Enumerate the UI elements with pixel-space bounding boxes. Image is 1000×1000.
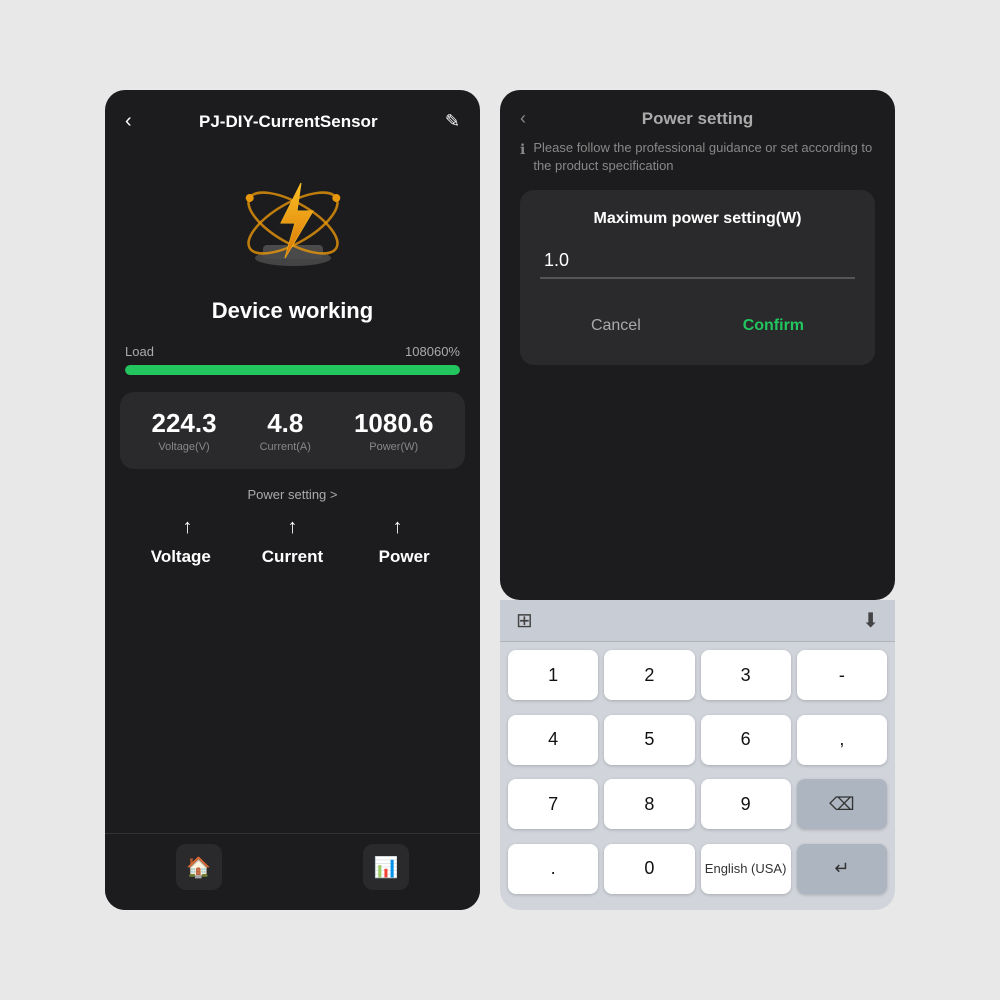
keyboard-toolbar-left-icon[interactable]: ⊞ [516, 608, 533, 633]
dialog-box: Maximum power setting(W) Cancel Confirm [520, 190, 875, 365]
key-2[interactable]: 2 [604, 650, 694, 700]
key-↵[interactable]: ↵ [797, 844, 887, 894]
key-9[interactable]: 9 [701, 779, 791, 829]
voltage-value: 224.3 [152, 408, 217, 439]
right-panel-title: Power setting [642, 109, 753, 129]
left-back-button[interactable]: ‹ [125, 110, 132, 133]
left-panel-title: PJ-DIY-CurrentSensor [199, 112, 378, 132]
current-value: 4.8 [267, 408, 303, 439]
home-icon: 🏠 [186, 855, 211, 880]
key-8[interactable]: 8 [604, 779, 694, 829]
metrics-card: 224.3 Voltage(V) 4.8 Current(A) 1080.6 P… [120, 392, 465, 469]
device-visual: Device working [105, 143, 480, 334]
load-label: Load [125, 344, 154, 359]
power-unit: Power(W) [369, 441, 418, 453]
nav-home-button[interactable]: 🏠 [176, 844, 222, 890]
key-English-(USA)[interactable]: English (USA) [701, 844, 791, 894]
key--[interactable]: - [797, 650, 887, 700]
key-⌫[interactable]: ⌫ [797, 779, 887, 829]
key-3[interactable]: 3 [701, 650, 791, 700]
nav-chart-button[interactable]: 📊 [363, 844, 409, 890]
labels-row: Voltage Current Power [105, 547, 480, 567]
right-panel: ‹ Power setting ℹ Please follow the prof… [500, 90, 895, 910]
key-1[interactable]: 1 [508, 650, 598, 700]
keyboard-grid: 123- 456, 789⌫.0English (USA)↵ [500, 642, 895, 910]
load-percent: 108060% [405, 344, 460, 359]
power-setting-panel: ‹ Power setting ℹ Please follow the prof… [500, 90, 895, 600]
key-,[interactable]: , [797, 715, 887, 765]
dialog-title: Maximum power setting(W) [540, 210, 855, 228]
voltage-arrow-icon: ↑ [183, 516, 193, 539]
current-metric: 4.8 Current(A) [260, 408, 311, 453]
voltage-unit: Voltage(V) [158, 441, 209, 453]
info-icon: ℹ [520, 140, 525, 160]
load-section: Load 108060% [105, 334, 480, 380]
arrows-row: ↑ ↑ ↑ [105, 516, 480, 539]
power-input[interactable] [540, 244, 855, 279]
dialog-actions: Cancel Confirm [540, 299, 855, 345]
chart-icon: 📊 [374, 855, 399, 880]
power-label: Power [364, 547, 444, 567]
right-header: ‹ Power setting [500, 90, 895, 139]
key-.[interactable]: . [508, 844, 598, 894]
confirm-button[interactable]: Confirm [713, 307, 834, 345]
load-bar [125, 365, 460, 375]
current-arrow-icon: ↑ [288, 516, 298, 539]
keyboard-area: ⊞ ⬇ 123- 456, 789⌫.0English (USA)↵ [500, 600, 895, 910]
device-status: Device working [212, 298, 373, 324]
left-panel: ‹ PJ-DIY-CurrentSensor ✎ [105, 90, 480, 910]
power-value: 1080.6 [354, 408, 434, 439]
key-4[interactable]: 4 [508, 715, 598, 765]
current-unit: Current(A) [260, 441, 311, 453]
info-text: Please follow the professional guidance … [533, 139, 875, 175]
keyboard-toolbar: ⊞ ⬇ [500, 600, 895, 642]
device-icon [233, 163, 353, 283]
voltage-metric: 224.3 Voltage(V) [152, 408, 217, 453]
key-0[interactable]: 0 [604, 844, 694, 894]
power-arrow-icon: ↑ [393, 516, 403, 539]
voltage-label: Voltage [141, 547, 221, 567]
edit-icon[interactable]: ✎ [445, 111, 460, 132]
key-6[interactable]: 6 [701, 715, 791, 765]
key-7[interactable]: 7 [508, 779, 598, 829]
cancel-button[interactable]: Cancel [561, 307, 671, 345]
current-label: Current [252, 547, 332, 567]
bottom-nav: 🏠 📊 [105, 833, 480, 910]
power-metric: 1080.6 Power(W) [354, 408, 434, 453]
right-back-button[interactable]: ‹ [520, 108, 526, 129]
info-banner: ℹ Please follow the professional guidanc… [520, 139, 875, 175]
power-setting-link[interactable]: Power setting > [105, 487, 480, 502]
key-5[interactable]: 5 [604, 715, 694, 765]
keyboard-toolbar-right-icon[interactable]: ⬇ [862, 608, 879, 633]
load-bar-fill [125, 365, 460, 375]
